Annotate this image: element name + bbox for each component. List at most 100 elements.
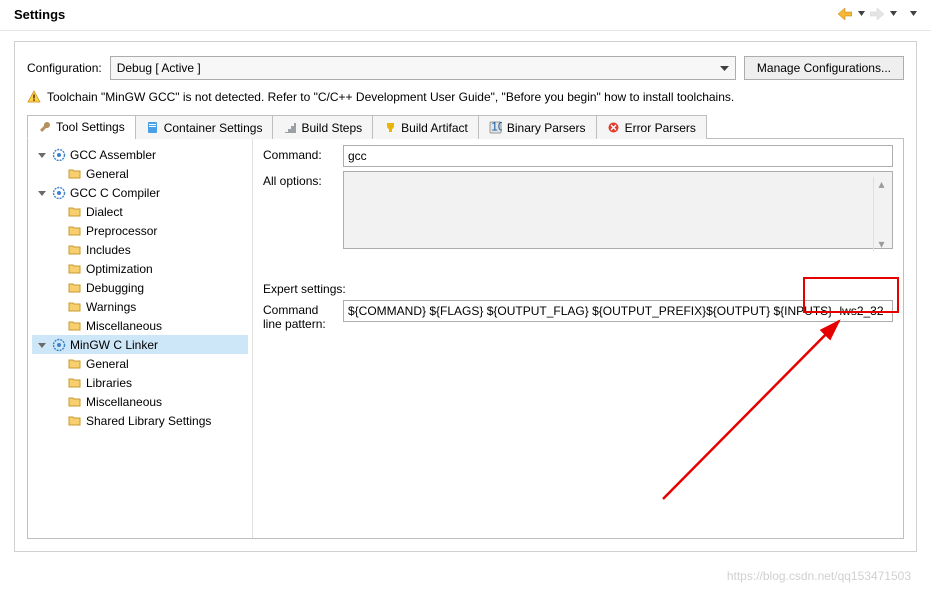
- tree-node-label: Preprocessor: [86, 224, 157, 238]
- configuration-dropdown[interactable]: Debug [ Active ]: [110, 56, 736, 80]
- tree-node-label: Includes: [86, 243, 131, 257]
- tab-build-artifact-label: Build Artifact: [401, 121, 468, 135]
- tab-binary-parsers-label: Binary Parsers: [507, 121, 586, 135]
- svg-text:1010: 1010: [492, 121, 503, 134]
- trophy-icon: [383, 121, 397, 135]
- twisty-open-icon: [36, 150, 48, 160]
- tab-host: Tool Settings Container Settings Build S…: [27, 114, 904, 539]
- all-options-label: All options:: [263, 171, 343, 188]
- tree-node-label: General: [86, 357, 129, 371]
- tree-node-warnings[interactable]: Warnings: [32, 297, 248, 316]
- back-icon[interactable]: [837, 6, 853, 22]
- tree-node-label: Libraries: [86, 376, 132, 390]
- folder-icon: [68, 395, 82, 409]
- tree-node-label: Optimization: [86, 262, 153, 276]
- tab-build-artifact[interactable]: Build Artifact: [372, 115, 479, 139]
- tree-node-preprocessor[interactable]: Preprocessor: [32, 221, 248, 240]
- tree-node-label: Dialect: [86, 205, 123, 219]
- tab-binary-parsers[interactable]: 1010 Binary Parsers: [478, 115, 597, 139]
- toolchain-warning: Toolchain "MinGW GCC" is not detected. R…: [27, 90, 904, 104]
- error-icon: [607, 121, 621, 135]
- configuration-row: Configuration: Debug [ Active ] Manage C…: [27, 56, 904, 80]
- tree-node-asm-general[interactable]: General: [32, 164, 248, 183]
- tab-container-settings-label: Container Settings: [164, 121, 263, 135]
- folder-icon: [68, 167, 82, 181]
- tree-node-dialect[interactable]: Dialect: [32, 202, 248, 221]
- tree-node-gcc-assembler[interactable]: GCC Assembler: [32, 145, 248, 164]
- tab-build-steps[interactable]: Build Steps: [272, 115, 373, 139]
- command-row: Command:: [263, 145, 893, 167]
- watermark: https://blog.csdn.net/qq153471503: [727, 569, 911, 583]
- wrench-icon: [38, 120, 52, 134]
- command-line-pattern-input[interactable]: [343, 300, 893, 322]
- command-input[interactable]: [343, 145, 893, 167]
- folder-icon: [68, 414, 82, 428]
- command-line-pattern-row: Command line pattern:: [263, 300, 893, 331]
- folder-icon: [68, 262, 82, 276]
- folder-icon: [68, 357, 82, 371]
- tree-node-linker-general[interactable]: General: [32, 354, 248, 373]
- tree-node-gcc-c-compiler[interactable]: GCC C Compiler: [32, 183, 248, 202]
- scroll-up-icon: ▴: [878, 177, 884, 191]
- tool-icon: [52, 148, 66, 162]
- folder-icon: [68, 205, 82, 219]
- warning-icon: [27, 90, 41, 104]
- forward-menu-icon[interactable]: [889, 6, 897, 22]
- tree-node-includes[interactable]: Includes: [32, 240, 248, 259]
- dialog-header: Settings: [0, 0, 931, 31]
- settings-dialog: { "header": { "title": "Settings" }, "co…: [0, 0, 931, 589]
- tree-node-label: Shared Library Settings: [86, 414, 211, 428]
- tree-node-label: GCC Assembler: [70, 148, 156, 162]
- twisty-open-icon: [36, 340, 48, 350]
- tool-icon: [52, 338, 66, 352]
- tree-node-label: Warnings: [86, 300, 136, 314]
- tree-node-miscellaneous[interactable]: Miscellaneous: [32, 316, 248, 335]
- tree-node-label: MinGW C Linker: [70, 338, 158, 352]
- folder-icon: [68, 376, 82, 390]
- tree-node-shared-lib[interactable]: Shared Library Settings: [32, 411, 248, 430]
- tree-node-debugging[interactable]: Debugging: [32, 278, 248, 297]
- pattern-label-line1: Command: [263, 303, 343, 317]
- binary-icon: 1010: [489, 121, 503, 135]
- tab-error-parsers[interactable]: Error Parsers: [596, 115, 707, 139]
- annotation-arrow: [553, 309, 853, 509]
- folder-icon: [68, 300, 82, 314]
- back-menu-icon[interactable]: [857, 6, 865, 22]
- tool-form: Command: All options: ▴ ▾: [253, 139, 903, 538]
- tab-tool-settings[interactable]: Tool Settings: [27, 115, 136, 139]
- dialog-body: Configuration: Debug [ Active ] Manage C…: [0, 31, 931, 562]
- tree-node-mingw-c-linker[interactable]: MinGW C Linker: [32, 335, 248, 354]
- configuration-label: Configuration:: [27, 61, 102, 75]
- dialog-title: Settings: [14, 7, 837, 22]
- tree-node-label: Miscellaneous: [86, 319, 162, 333]
- tree-node-label: Debugging: [86, 281, 144, 295]
- warning-text: Toolchain "MinGW GCC" is not detected. R…: [47, 90, 734, 104]
- command-label: Command:: [263, 145, 343, 162]
- pattern-label: Command line pattern:: [263, 300, 343, 331]
- scrollbar[interactable]: ▴ ▾: [873, 177, 889, 251]
- tree-node-libraries[interactable]: Libraries: [32, 373, 248, 392]
- pattern-label-line2: line pattern:: [263, 317, 343, 331]
- twisty-open-icon: [36, 188, 48, 198]
- folder-icon: [68, 319, 82, 333]
- all-options-row: All options:: [263, 171, 893, 252]
- tab-container-settings[interactable]: Container Settings: [135, 115, 274, 139]
- tab-build-steps-label: Build Steps: [301, 121, 362, 135]
- tree-node-label: Miscellaneous: [86, 395, 162, 409]
- config-frame: Configuration: Debug [ Active ] Manage C…: [14, 41, 917, 552]
- nav-button-group: [837, 6, 917, 22]
- tree-node-linker-misc[interactable]: Miscellaneous: [32, 392, 248, 411]
- all-options-textarea[interactable]: [343, 171, 893, 249]
- tool-icon: [52, 186, 66, 200]
- tab-error-parsers-label: Error Parsers: [625, 121, 696, 135]
- view-menu-icon[interactable]: [909, 6, 917, 22]
- tool-tree[interactable]: GCC Assembler General GCC C Compiler: [28, 139, 253, 538]
- tab-strip: Tool Settings Container Settings Build S…: [27, 114, 904, 139]
- tree-node-optimization[interactable]: Optimization: [32, 259, 248, 278]
- manage-configurations-label: Manage Configurations...: [757, 61, 891, 75]
- container-icon: [146, 121, 160, 135]
- tab-tool-settings-label: Tool Settings: [56, 120, 125, 134]
- folder-icon: [68, 281, 82, 295]
- forward-icon[interactable]: [869, 6, 885, 22]
- manage-configurations-button[interactable]: Manage Configurations...: [744, 56, 904, 80]
